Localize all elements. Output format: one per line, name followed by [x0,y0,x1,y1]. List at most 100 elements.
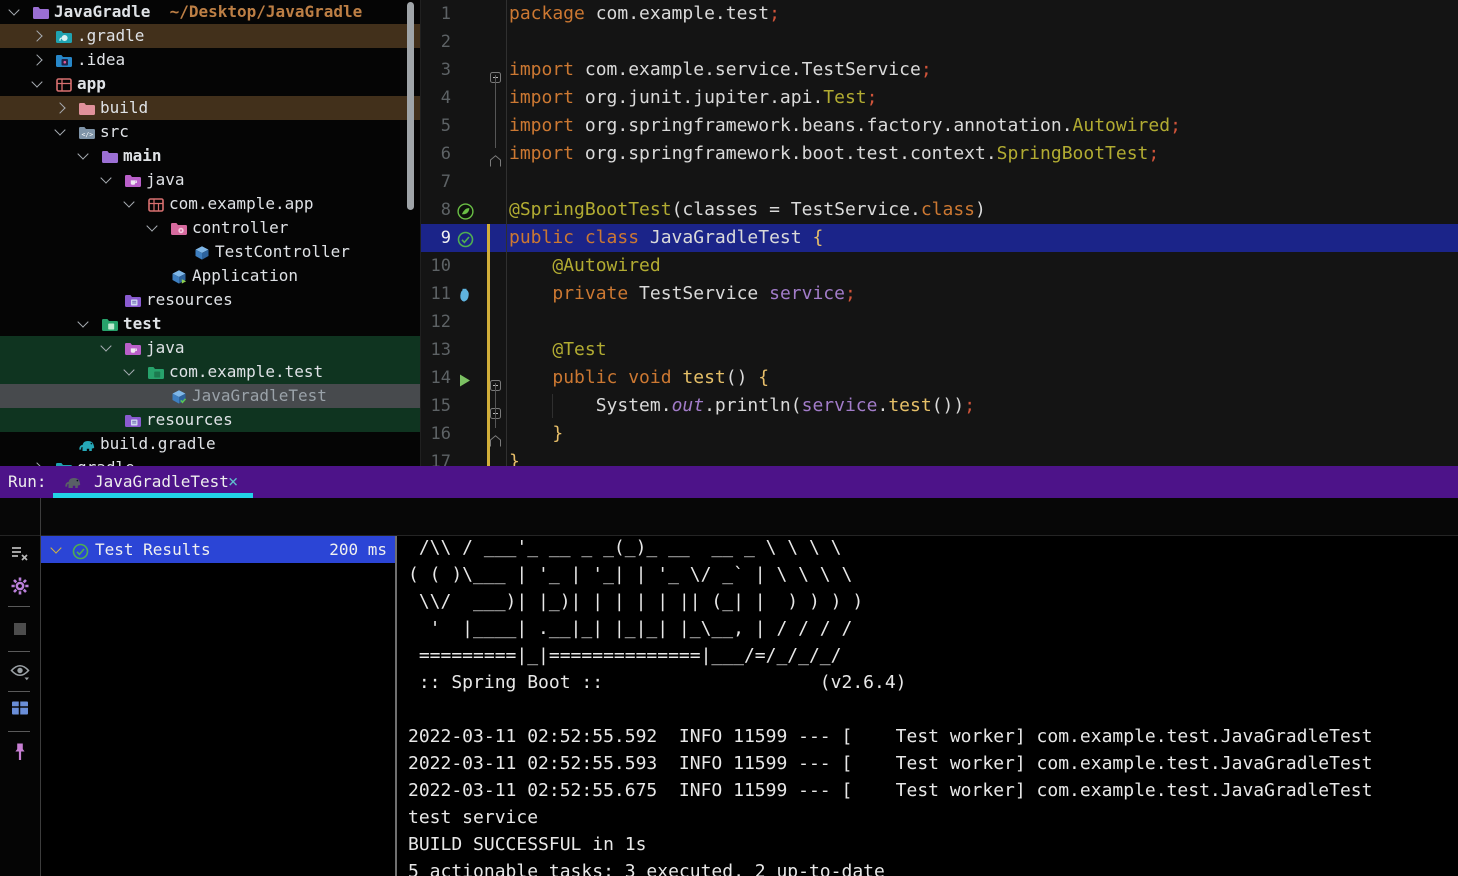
tree-item-java[interactable]: java [0,336,420,360]
stop-icon[interactable] [9,618,31,640]
vcs-change-bar [487,224,490,466]
folder-gradle-icon [55,28,73,44]
editor-line-1[interactable]: 1package com.example.test; [421,0,1458,28]
tree-item-javagradletest[interactable]: JavaGradleTest [0,384,420,408]
code-text: private TestService service; [509,280,856,308]
preview-icon[interactable] [9,660,31,682]
tree-item-resources[interactable]: resources [0,288,420,312]
layout-icon[interactable] [9,697,31,719]
tree-item--gradle[interactable]: .gradle [0,24,420,48]
tree-item-label: resources [146,408,233,432]
test-passed-icon [72,541,89,568]
tree-item-controller[interactable]: controller [0,216,420,240]
chevron-right-icon[interactable] [54,102,65,113]
strip-separator [8,651,30,652]
line-number: 17 [421,448,451,466]
spring-bean-icon[interactable] [457,285,474,302]
tree-item--idea[interactable]: .idea [0,48,420,72]
chevron-down-icon[interactable] [100,340,111,351]
tree-item-src[interactable]: </>src [0,120,420,144]
code-text: import com.example.service.TestService; [509,56,932,84]
tree-item-gradle[interactable]: gradle [0,456,420,466]
editor-line-9[interactable]: 9public class JavaGradleTest { [421,224,1458,252]
editor-line-17[interactable]: 17} [421,448,1458,466]
line-number: 12 [421,308,451,336]
chevron-down-icon[interactable] [123,364,134,375]
test-passed-icon[interactable] [457,229,474,246]
editor-line-16[interactable]: 16 } [421,420,1458,448]
console-line: BUILD SUCCESSFUL in 1s [408,831,646,858]
settings-icon[interactable] [9,575,31,597]
tree-item-label: Application [192,264,298,288]
code-text: System.out.println(service.test()); [509,392,975,420]
chevron-down-icon[interactable] [54,124,65,135]
folder-test-icon [101,316,119,332]
tree-item-application[interactable]: Application [0,264,420,288]
console-line: 5 actionable tasks: 3 executed, 2 up-to-… [408,858,885,876]
hide-passed-icon[interactable] [9,542,31,564]
folder-project-icon [32,4,50,20]
close-tab-icon[interactable]: × [228,470,238,494]
editor-line-6[interactable]: 6import org.springframework.boot.test.co… [421,140,1458,168]
tree-item-test[interactable]: test [0,312,420,336]
tree-item-build-gradle[interactable]: build.gradle [0,432,420,456]
chevron-right-icon[interactable] [31,54,42,65]
console-output[interactable]: /\\ / ___'_ __ _ _(_)_ __ __ _ \ \ \ \( … [398,536,1458,876]
chevron-right-icon[interactable] [31,30,42,41]
chevron-down-icon[interactable] [123,196,134,207]
editor-line-8[interactable]: 8@SpringBootTest(classes = TestService.c… [421,196,1458,224]
tree-item-label: test [123,312,162,336]
tree-item-com-example-test[interactable]: com.example.test [0,360,420,384]
folder-java-icon [124,172,142,188]
spring-icon[interactable] [457,201,474,218]
chevron-down-icon[interactable] [77,316,88,327]
test-results-row[interactable]: Test Results 200 ms [41,536,395,563]
gutter-separator [506,0,507,466]
run-left-toolbar [0,536,40,876]
editor-line-4[interactable]: 4import org.junit.jupiter.api.Test; [421,84,1458,112]
editor-line-7[interactable]: 7 [421,168,1458,196]
line-number: 2 [421,28,451,56]
gradle-icon [64,474,84,494]
chevron-down-icon[interactable] [31,76,42,87]
tree-item-java[interactable]: java [0,168,420,192]
chevron-down-icon[interactable] [8,4,19,15]
editor-line-5[interactable]: 5import org.springframework.beans.factor… [421,112,1458,140]
editor-line-10[interactable]: 10 @Autowired [421,252,1458,280]
chevron-down-icon[interactable] [146,220,157,231]
editor-line-2[interactable]: 2 [421,28,1458,56]
pin-icon[interactable] [9,741,31,763]
chevron-right-icon[interactable] [31,462,42,466]
tree-item-main[interactable]: main [0,144,420,168]
line-number: 5 [421,112,451,140]
project-tree-scrollbar[interactable] [407,2,414,210]
chevron-down-icon[interactable] [100,172,111,183]
tree-item-com-example-app[interactable]: com.example.app [0,192,420,216]
tree-item-resources[interactable]: resources [0,408,420,432]
editor-line-3[interactable]: 3import com.example.service.TestService; [421,56,1458,84]
code-text: public class JavaGradleTest { [509,224,823,252]
chevron-down-icon[interactable] [50,542,61,553]
editor-line-15[interactable]: 15 System.out.println(service.test()); [421,392,1458,420]
chevron-down-icon[interactable] [77,148,88,159]
tree-item-label: app [77,72,106,96]
tree-item-javagradle[interactable]: JavaGradle ~/Desktop/JavaGradle [0,0,420,24]
tree-item-build[interactable]: build [0,96,420,120]
folder-src-icon: </> [78,124,96,140]
tree-item-label: controller [192,216,288,240]
pane-splitter[interactable] [395,536,397,876]
folder-idea-icon [55,52,73,68]
run-test-icon[interactable] [457,369,474,386]
tree-item-testcontroller[interactable]: TestController [0,240,420,264]
editor-line-12[interactable]: 12 [421,308,1458,336]
editor-line-13[interactable]: 13 @Test [421,336,1458,364]
folder-build-icon [78,100,96,116]
console-line: ' |____| .__|_| |_|_| |_\__, | / / / / [408,615,852,642]
tree-item-label: java [146,336,185,360]
tree-item-app[interactable]: app [0,72,420,96]
editor-line-14[interactable]: 14 public void test() { [421,364,1458,392]
code-editor[interactable]: 1package com.example.test;23import com.e… [420,0,1458,466]
test-results-pane: Test Results 200 ms [41,536,395,876]
tree-item-label: JavaGradleTest [192,384,327,408]
editor-line-11[interactable]: 11 private TestService service; [421,280,1458,308]
